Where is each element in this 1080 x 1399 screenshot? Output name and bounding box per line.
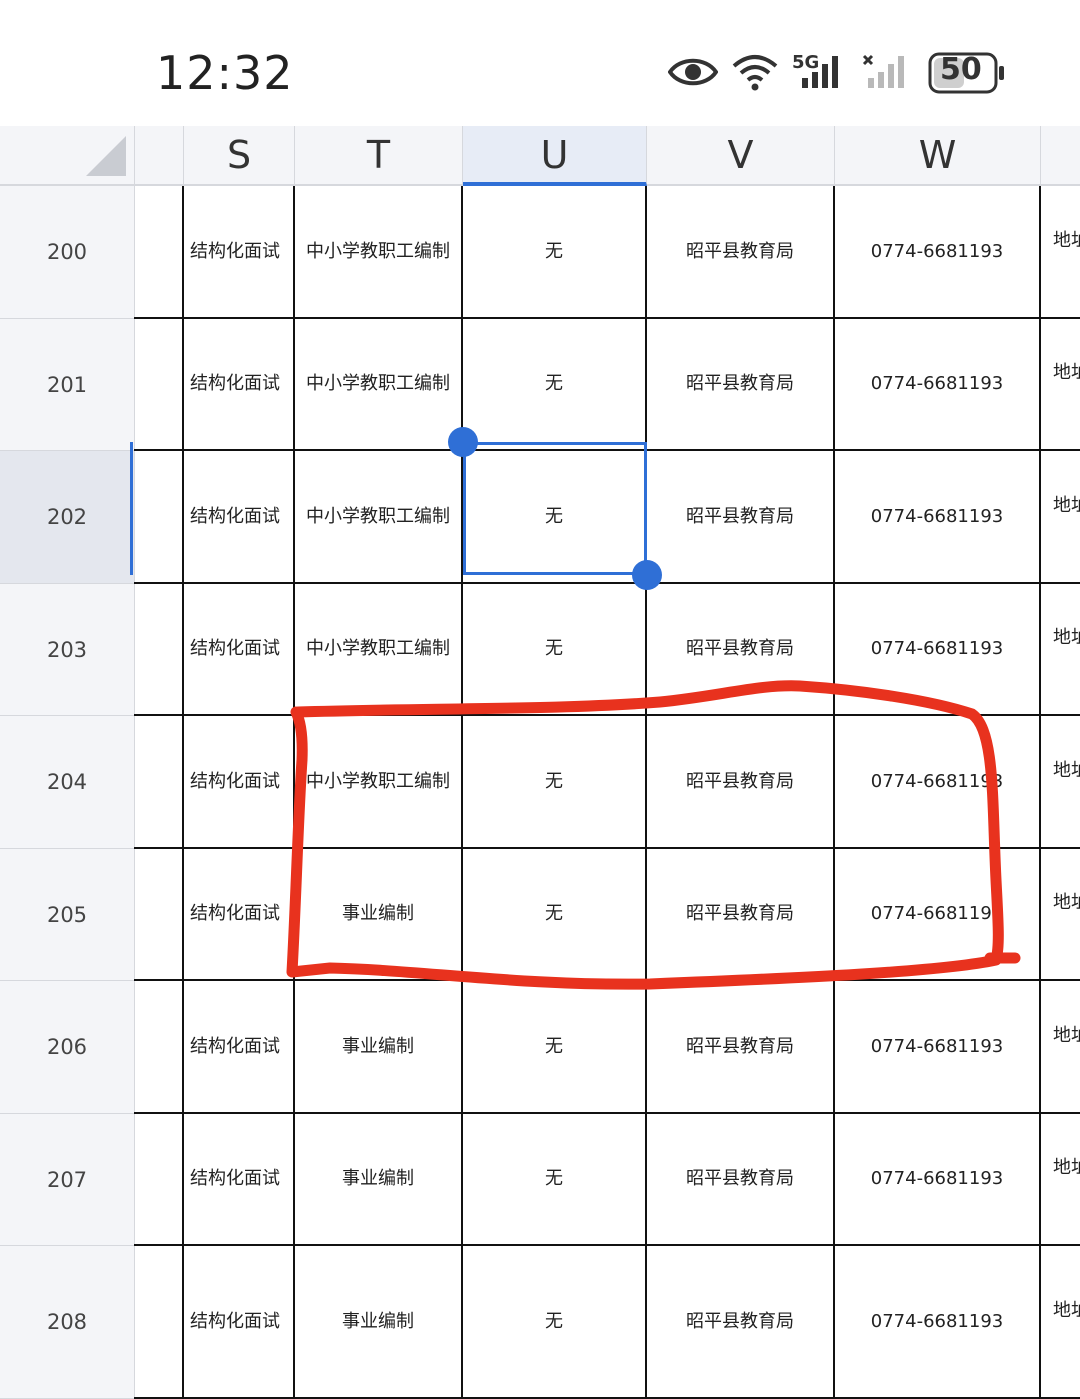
table-cell-s[interactable]: 结构化面试 (184, 981, 295, 1114)
table-cell-blank[interactable] (134, 849, 184, 981)
table-cell-blank[interactable] (134, 716, 184, 849)
table-cell-v[interactable]: 昭平县教育局 (647, 1246, 835, 1399)
table-cell-u[interactable]: 无 (463, 716, 647, 849)
table-cell-s[interactable]: 结构化面试 (184, 319, 295, 451)
table-cell-u[interactable]: 无 (463, 584, 647, 716)
row-header-202[interactable]: 202 (0, 451, 134, 584)
table-cell-x[interactable]: 地址 (1041, 186, 1080, 319)
signal-no-service-icon (862, 54, 904, 88)
table-cell-x[interactable]: 地址 (1041, 584, 1080, 716)
table-cell-w[interactable]: 0774-6681193 (835, 1114, 1041, 1246)
table-cell-s[interactable]: 结构化面试 (184, 849, 295, 981)
column-header-v[interactable]: V (647, 126, 835, 184)
table-cell-t[interactable]: 中小学教职工编制 (295, 584, 463, 716)
status-bar: 12:32 5G 50 (0, 0, 1080, 126)
table-cell-t[interactable]: 事业编制 (295, 1114, 463, 1246)
table-cell-u[interactable]: 无 (463, 319, 647, 451)
table-cell-v[interactable]: 昭平县教育局 (647, 981, 835, 1114)
table-cell-x[interactable]: 地址 (1041, 981, 1080, 1114)
table-cell-t[interactable]: 事业编制 (295, 849, 463, 981)
table-cell-x[interactable]: 地址 (1041, 716, 1080, 849)
column-header-u[interactable]: U (463, 126, 647, 186)
table-cell-t[interactable]: 中小学教职工编制 (295, 186, 463, 319)
row-header-200[interactable]: 200 (0, 186, 134, 319)
table-cell-x[interactable]: 地址 (1041, 1114, 1080, 1246)
selection-handle-bottom-right[interactable] (632, 560, 662, 590)
column-header-row: S T U V W (0, 126, 1080, 186)
spreadsheet: S T U V W 200 201 202 203 204 205 206 207 208 结构… (0, 126, 1080, 1399)
table-cell-s[interactable]: 结构化面试 (184, 584, 295, 716)
table-cell-t[interactable]: 中小学教职工编制 (295, 716, 463, 849)
row-header-203[interactable]: 203 (0, 584, 134, 716)
selection-handle-top-left[interactable] (448, 427, 478, 457)
row-header-208[interactable]: 208 (0, 1246, 134, 1399)
table-cell-v[interactable]: 昭平县教育局 (647, 186, 835, 319)
table-cell-t[interactable]: 中小学教职工编制 (295, 451, 463, 584)
cell-grid: 结构化面试中小学教职工编制无昭平县教育局0774-6681193地址结构化面试中… (134, 186, 1080, 1399)
table-cell-t[interactable]: 事业编制 (295, 1246, 463, 1399)
clock: 12:32 (156, 46, 294, 100)
table-cell-u[interactable]: 无 (463, 186, 647, 319)
table-cell-w[interactable]: 0774-6681193 (835, 186, 1041, 319)
column-header-s[interactable]: S (184, 126, 295, 184)
table-cell-s[interactable]: 结构化面试 (184, 1246, 295, 1399)
row-header-207[interactable]: 207 (0, 1114, 134, 1246)
table-cell-blank[interactable] (134, 451, 184, 584)
table-cell-x[interactable]: 地址 (1041, 849, 1080, 981)
table-cell-x[interactable]: 地址 (1041, 1246, 1080, 1399)
battery-level: 50 (940, 52, 982, 87)
table-cell-w[interactable]: 0774-6681193 (835, 716, 1041, 849)
table-cell-w[interactable]: 0774-6681193 (835, 584, 1041, 716)
table-cell-w[interactable]: 0774-6681193 (835, 849, 1041, 981)
table-cell-s[interactable]: 结构化面试 (184, 186, 295, 319)
table-cell-w[interactable]: 0774-6681193 (835, 319, 1041, 451)
row-header-201[interactable]: 201 (0, 319, 134, 451)
table-cell-v[interactable]: 昭平县教育局 (647, 319, 835, 451)
table-cell-s[interactable]: 结构化面试 (184, 1114, 295, 1246)
table-cell-t[interactable]: 事业编制 (295, 981, 463, 1114)
table-cell-u[interactable]: 无 (463, 849, 647, 981)
table-cell-blank[interactable] (134, 319, 184, 451)
table-cell-w[interactable]: 0774-6681193 (835, 981, 1041, 1114)
row-header-205[interactable]: 205 (0, 849, 134, 981)
table-cell-s[interactable]: 结构化面试 (184, 451, 295, 584)
column-header-t[interactable]: T (295, 126, 463, 184)
table-cell-u[interactable]: 无 (463, 1246, 647, 1399)
table-cell-v[interactable]: 昭平县教育局 (647, 716, 835, 849)
wifi-icon (732, 55, 778, 91)
row-header-column: 200 201 202 203 204 205 206 207 208 (0, 186, 135, 1399)
signal-5g-icon (802, 56, 838, 88)
table-cell-u[interactable]: 无 (463, 1114, 647, 1246)
table-cell-v[interactable]: 昭平县教育局 (647, 584, 835, 716)
table-cell-blank[interactable] (134, 1114, 184, 1246)
table-cell-t[interactable]: 中小学教职工编制 (295, 319, 463, 451)
table-cell-x[interactable]: 地址 (1041, 451, 1080, 584)
row-header-206[interactable]: 206 (0, 981, 134, 1114)
table-cell-blank[interactable] (134, 584, 184, 716)
selected-cell[interactable] (463, 442, 647, 575)
eye-icon (668, 58, 718, 86)
table-cell-x[interactable]: 地址 (1041, 319, 1080, 451)
table-cell-w[interactable]: 0774-6681193 (835, 1246, 1041, 1399)
table-cell-w[interactable]: 0774-6681193 (835, 451, 1041, 584)
selected-row-marker (130, 442, 133, 575)
table-cell-v[interactable]: 昭平县教育局 (647, 849, 835, 981)
column-header-x[interactable] (1041, 126, 1080, 184)
column-header-w[interactable]: W (835, 126, 1041, 184)
column-header-blank[interactable] (134, 126, 184, 184)
table-cell-blank[interactable] (134, 186, 184, 319)
table-cell-u[interactable]: 无 (463, 981, 647, 1114)
table-cell-v[interactable]: 昭平县教育局 (647, 1114, 835, 1246)
table-cell-blank[interactable] (134, 1246, 184, 1399)
table-cell-v[interactable]: 昭平县教育局 (647, 451, 835, 584)
table-cell-s[interactable]: 结构化面试 (184, 716, 295, 849)
select-all-corner[interactable] (0, 126, 135, 184)
table-cell-blank[interactable] (134, 981, 184, 1114)
row-header-204[interactable]: 204 (0, 716, 134, 849)
